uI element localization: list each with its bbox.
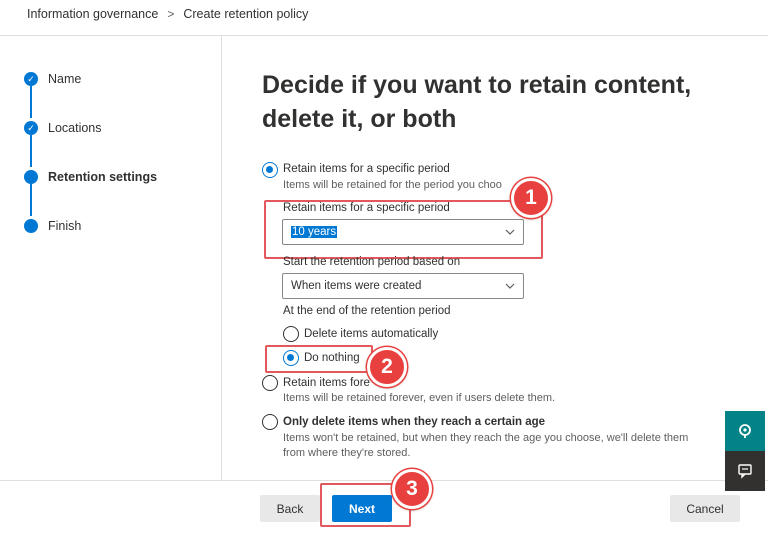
wizard-step-finish: Finish: [24, 219, 81, 233]
feedback-button[interactable]: [725, 451, 765, 491]
wizard-step-label: Retention settings: [48, 170, 158, 184]
only-delete-description-line2: from where they're stored.: [283, 447, 411, 459]
start-based-on-value: When items were created: [291, 280, 422, 292]
retain-forever-radio[interactable]: [262, 375, 278, 391]
step-connector: [30, 184, 32, 216]
feedback-icon: [738, 464, 752, 479]
start-based-on-label: Start the retention period based on: [283, 256, 461, 268]
back-button[interactable]: Back: [260, 495, 320, 522]
checkmark-icon: ✓: [24, 121, 38, 135]
annotation-highlight-retention-period: [264, 200, 543, 259]
annotation-badge-3: 3: [392, 469, 432, 509]
breadcrumb-separator-icon: >: [167, 7, 175, 21]
step-dot-icon: [24, 219, 38, 233]
start-based-on-dropdown[interactable]: When items were created: [282, 273, 524, 299]
breadcrumb-item-create-retention-policy: Create retention policy: [183, 7, 309, 21]
wizard-step-name[interactable]: ✓ Name: [24, 72, 81, 86]
footer-divider: [0, 480, 768, 481]
only-delete-description-line1: Items won't be retained, but when they r…: [283, 432, 689, 444]
annotation-badge-2: 2: [367, 347, 407, 387]
wizard-step-label: Finish: [48, 219, 82, 233]
retain-specific-period-description: Items will be retained for the period yo…: [283, 179, 502, 191]
breadcrumb-item-information-governance[interactable]: Information governance: [27, 7, 158, 21]
support-button[interactable]: [725, 411, 765, 451]
retain-forever-label: Retain items fore: [283, 377, 370, 389]
breadcrumb: Information governance > Create retentio…: [27, 7, 308, 21]
retain-specific-period-label: Retain items for a specific period: [283, 163, 450, 175]
end-action-label: At the end of the retention period: [283, 305, 451, 317]
wizard-step-label: Name: [48, 72, 82, 86]
wizard-step-label: Locations: [48, 121, 102, 135]
step-connector: [30, 135, 32, 167]
wizard-step-retention-settings[interactable]: Retention settings: [24, 170, 157, 184]
checkmark-icon: ✓: [24, 72, 38, 86]
only-delete-radio[interactable]: [262, 414, 278, 430]
annotation-badge-1: 1: [511, 178, 551, 218]
page-title: Decide if you want to retain content, de…: [262, 71, 692, 133]
delete-automatically-radio[interactable]: [283, 326, 299, 342]
wizard-step-locations[interactable]: ✓ Locations: [24, 121, 102, 135]
delete-automatically-label: Delete items automatically: [304, 328, 439, 340]
chevron-down-icon: [505, 283, 515, 289]
support-icon: [739, 424, 751, 438]
only-delete-label: Only delete items when they reach a cert…: [283, 416, 546, 428]
annotation-highlight-do-nothing: [265, 345, 373, 373]
retain-specific-period-radio[interactable]: [262, 162, 278, 178]
wizard-steps: ✓ Name ✓ Locations Retention settings Fi…: [0, 36, 222, 480]
retain-forever-description: Items will be retained forever, even if …: [283, 392, 556, 404]
step-connector: [30, 86, 32, 118]
current-step-dot-icon: [24, 170, 38, 184]
cancel-button[interactable]: Cancel: [670, 495, 740, 522]
